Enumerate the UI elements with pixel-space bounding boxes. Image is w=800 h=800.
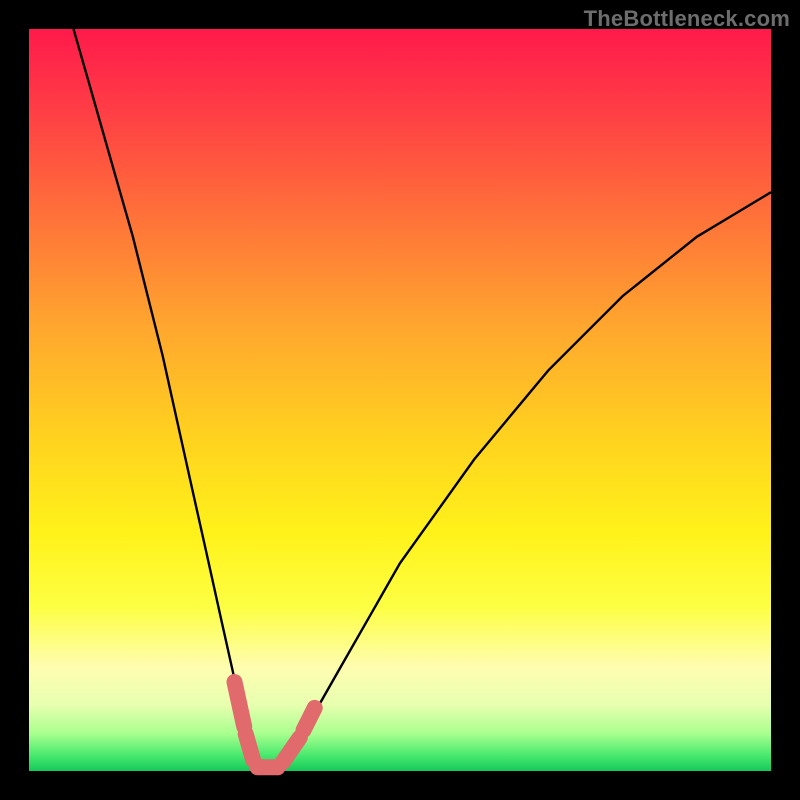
highlight-segment <box>304 708 315 730</box>
curve-line <box>74 29 772 771</box>
watermark-text: TheBottleneck.com <box>584 6 790 32</box>
highlight-segments <box>235 682 315 767</box>
plot-area <box>29 29 771 771</box>
bottleneck-curve <box>29 29 771 771</box>
chart-frame: TheBottleneck.com <box>0 0 800 800</box>
highlight-segment <box>235 682 245 727</box>
highlight-segment <box>246 734 253 760</box>
highlight-segment <box>283 738 300 763</box>
